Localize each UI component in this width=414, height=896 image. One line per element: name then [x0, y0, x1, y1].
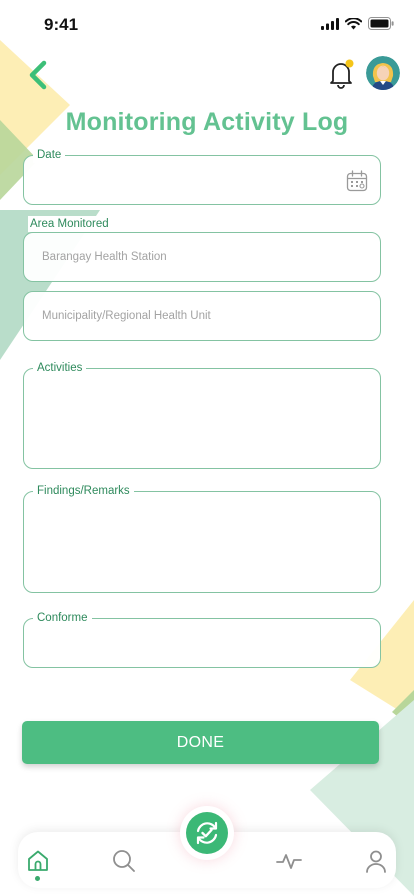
date-field[interactable]: Date — [23, 147, 381, 205]
user-icon — [366, 850, 386, 873]
findings-remarks-label: Findings/Remarks — [33, 483, 134, 499]
barangay-health-station-field[interactable]: Barangay Health Station — [23, 232, 381, 282]
sync-check-icon — [196, 821, 218, 845]
municipality-health-unit-field[interactable]: Municipality/Regional Health Unit — [23, 291, 381, 341]
home-icon — [28, 850, 48, 871]
status-icons — [321, 17, 394, 30]
search-icon — [113, 850, 135, 872]
activity-icon — [276, 854, 302, 869]
done-button[interactable]: DONE — [22, 721, 379, 764]
barangay-placeholder: Barangay Health Station — [42, 251, 167, 263]
status-time: 9:41 — [44, 15, 79, 34]
nav-profile[interactable] — [363, 848, 389, 874]
chevron-left-icon — [29, 60, 47, 90]
avatar[interactable] — [366, 56, 400, 90]
status-bar: 9:41 — [0, 0, 414, 48]
activities-field[interactable]: Activities — [23, 360, 381, 469]
conforme-label: Conforme — [33, 610, 92, 626]
active-indicator — [35, 876, 40, 881]
nav-home[interactable] — [25, 848, 51, 881]
wifi-icon — [345, 17, 362, 29]
calendar-icon[interactable] — [346, 170, 368, 192]
nav-activity[interactable] — [276, 848, 302, 874]
bell-icon — [330, 59, 354, 89]
signal-icon — [321, 17, 339, 30]
notification-button[interactable] — [325, 58, 357, 90]
findings-remarks-field[interactable]: Findings/Remarks — [23, 483, 381, 593]
municipality-placeholder: Municipality/Regional Health Unit — [42, 310, 211, 322]
area-monitored-label: Area Monitored — [28, 216, 111, 232]
battery-icon — [368, 17, 394, 30]
nav-search[interactable] — [111, 848, 137, 874]
conforme-field[interactable]: Conforme — [23, 610, 381, 668]
notification-dot — [345, 59, 354, 68]
activities-label: Activities — [33, 360, 87, 376]
date-label: Date — [33, 147, 66, 163]
back-button[interactable] — [24, 58, 56, 92]
page-title: Monitoring Activity Log — [65, 108, 349, 136]
user-avatar-icon — [366, 56, 400, 90]
sync-check-button[interactable] — [186, 812, 228, 854]
